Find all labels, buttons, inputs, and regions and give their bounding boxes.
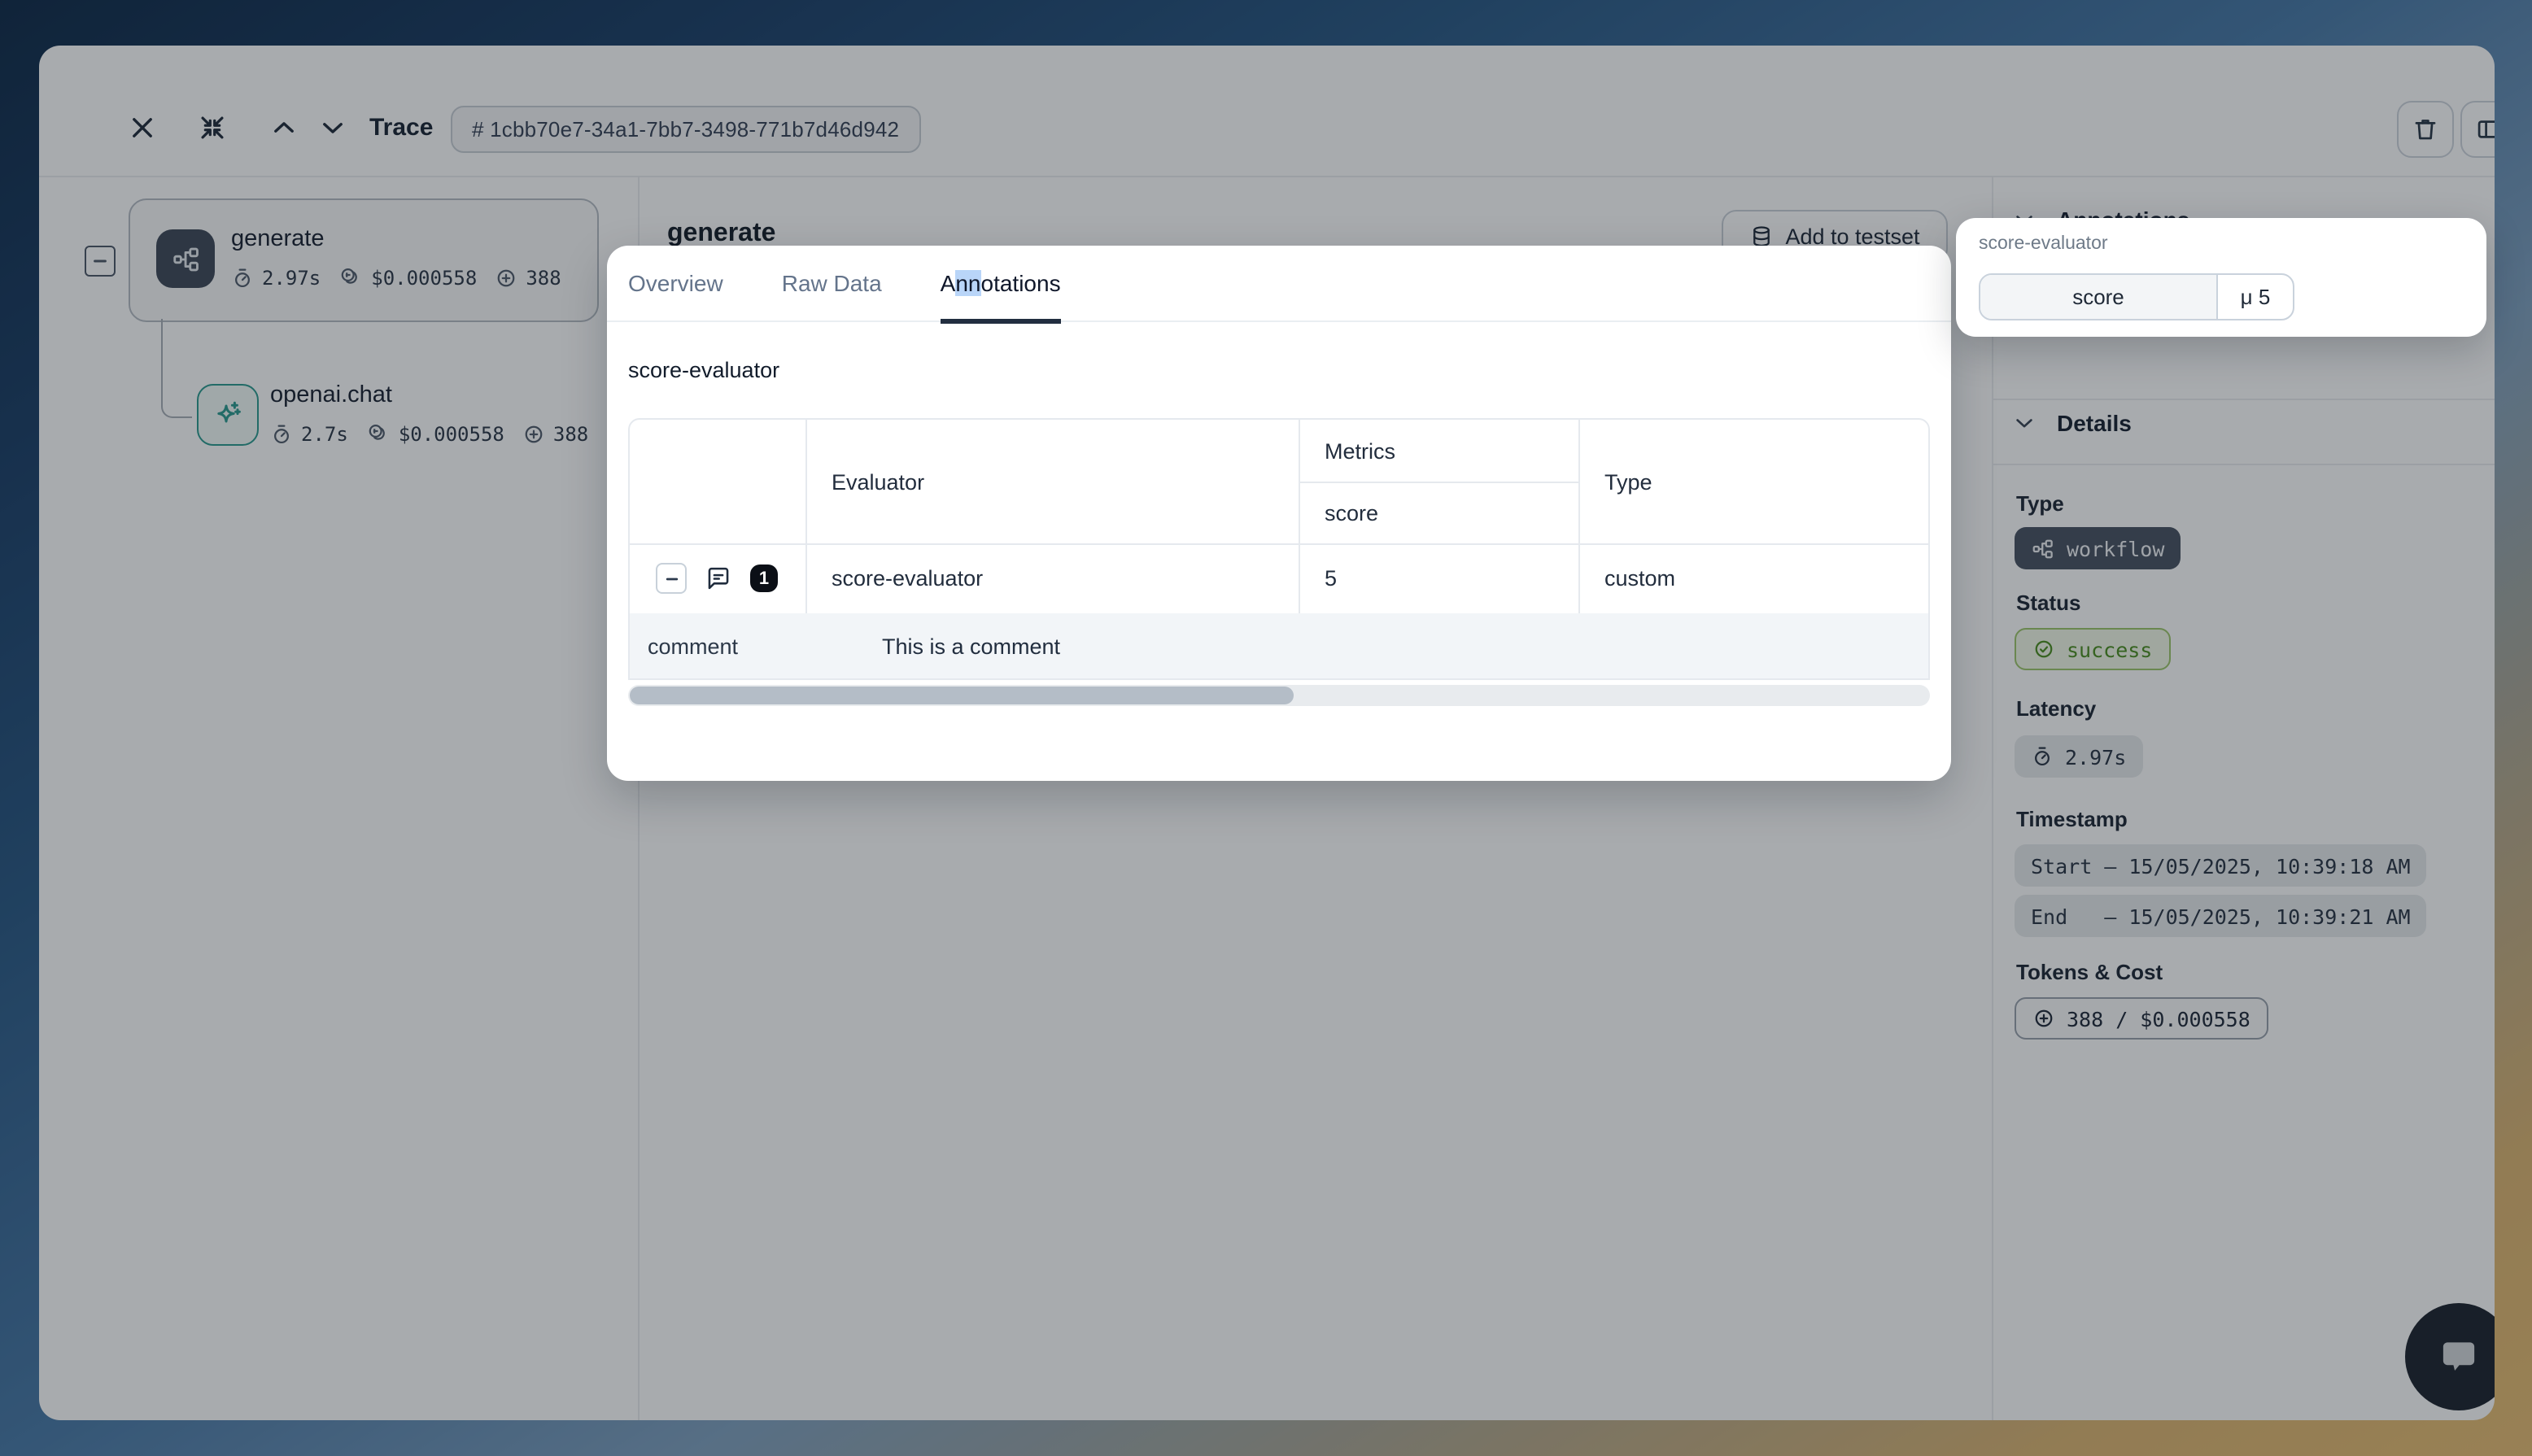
tab-label: Overview bbox=[628, 270, 723, 296]
tab-label: Raw Data bbox=[782, 270, 882, 296]
scrollbar-thumb[interactable] bbox=[630, 687, 1294, 704]
metric-value: μ 5 bbox=[2218, 275, 2293, 319]
evaluator-heading: score-evaluator bbox=[628, 358, 779, 382]
tab-raw-data[interactable]: Raw Data bbox=[782, 245, 882, 321]
column-header-evaluator: Evaluator bbox=[805, 420, 1299, 543]
annotations-tab-panel: Overview Raw Data Annotations score-eval… bbox=[607, 246, 1951, 781]
tab-label: Annotations bbox=[941, 270, 1061, 296]
annotations-table: Evaluator Metrics score Type 1 score- bbox=[628, 418, 1930, 680]
tab-annotations[interactable]: Annotations bbox=[941, 245, 1061, 321]
column-header-metrics: Metrics bbox=[1299, 420, 1578, 482]
metric-pill[interactable]: score μ 5 bbox=[1979, 273, 2294, 320]
metric-name: score bbox=[1980, 275, 2218, 319]
collapse-row-checkbox[interactable] bbox=[656, 563, 687, 594]
tab-bar: Overview Raw Data Annotations bbox=[607, 246, 1951, 322]
annotation-evaluator-label: score-evaluator bbox=[1979, 234, 2108, 254]
comment-value: This is a comment bbox=[882, 634, 1060, 658]
comment-row: comment This is a comment bbox=[630, 613, 1928, 678]
column-subheader-score: score bbox=[1299, 482, 1578, 543]
column-header-type: Type bbox=[1578, 420, 1928, 543]
comment-key: comment bbox=[630, 634, 882, 658]
annotation-score-card: score-evaluator score μ 5 bbox=[1956, 218, 2486, 337]
active-tab-underline bbox=[941, 318, 1061, 323]
comment-icon[interactable] bbox=[705, 565, 732, 592]
text-selection: nn bbox=[955, 270, 980, 296]
comment-count-badge[interactable]: 1 bbox=[750, 565, 778, 592]
row-controls: 1 bbox=[656, 563, 778, 594]
tab-overview[interactable]: Overview bbox=[628, 245, 723, 321]
screen: Trace # 1cbb70e7-34a1-7bb7-3498-771b7d46… bbox=[0, 0, 2532, 1456]
horizontal-scrollbar[interactable] bbox=[628, 685, 1930, 706]
cell-type: custom bbox=[1578, 543, 1928, 613]
cell-score: 5 bbox=[1299, 543, 1578, 613]
cell-evaluator: score-evaluator bbox=[805, 543, 1299, 613]
